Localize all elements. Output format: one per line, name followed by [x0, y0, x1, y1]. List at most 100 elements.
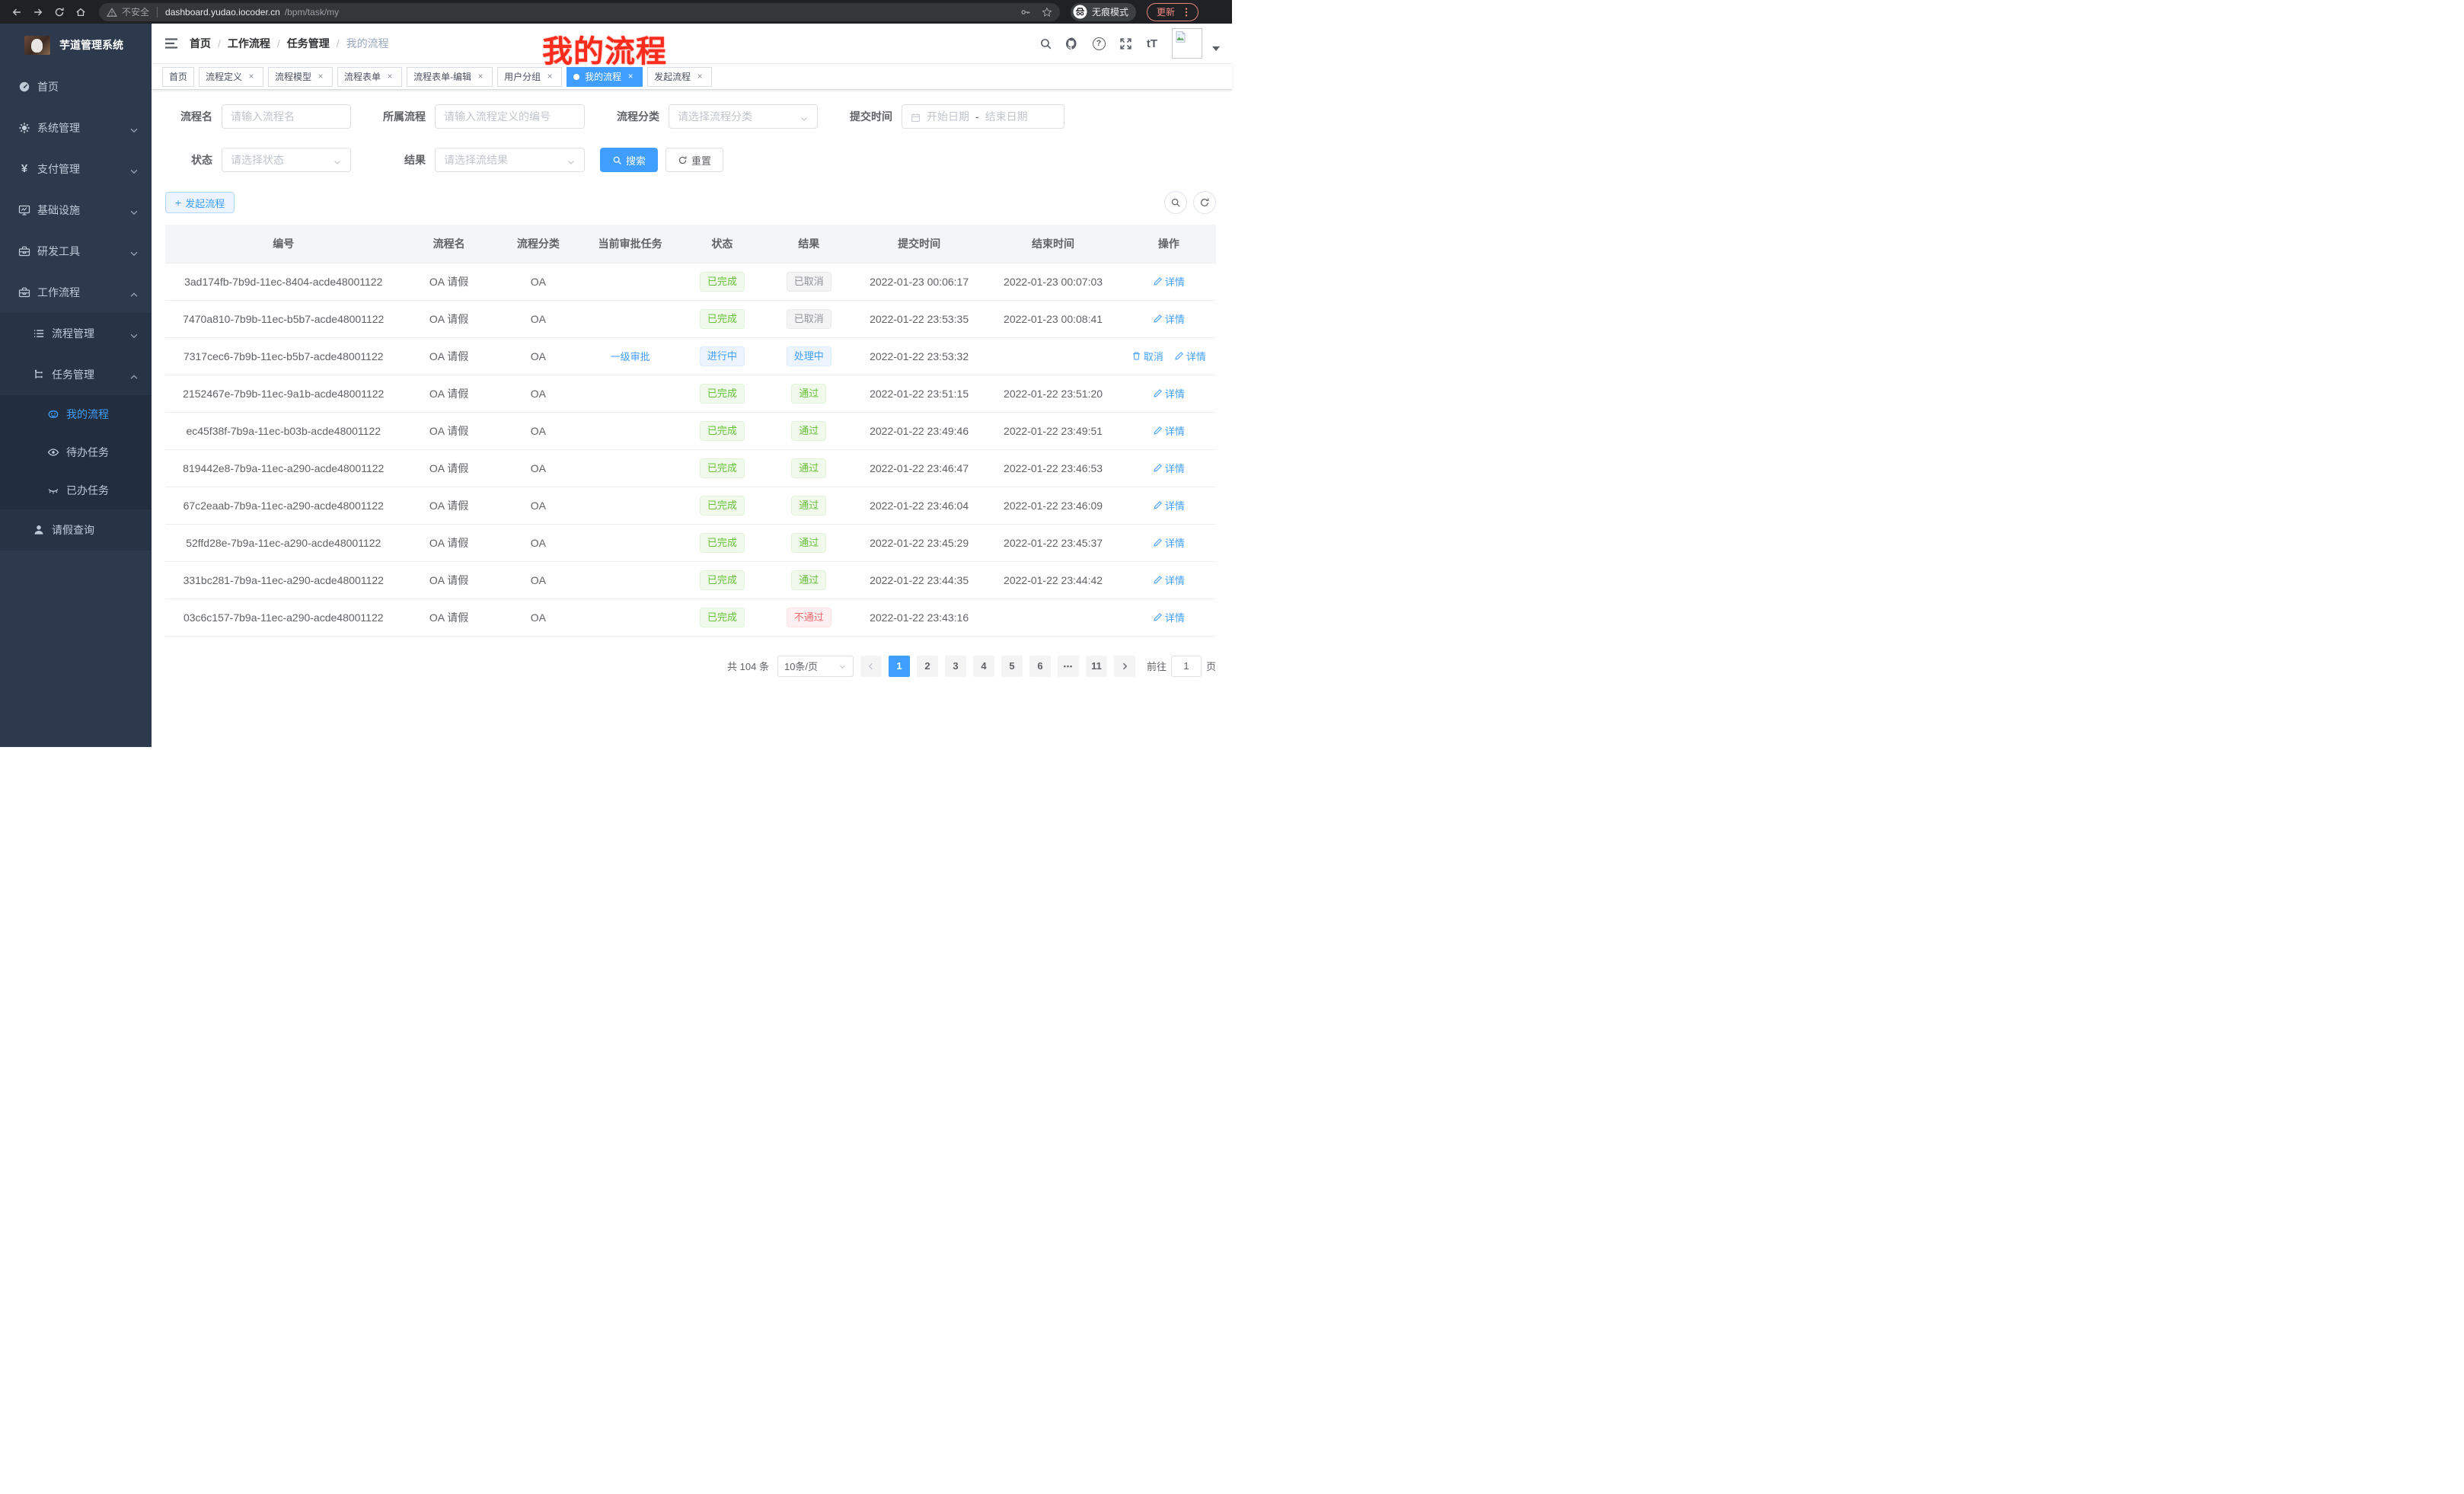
search-button[interactable]: 搜索: [600, 148, 658, 172]
sidebar-item-my-process[interactable]: 我的流程: [0, 395, 152, 433]
filter-category-label: 流程分类: [600, 109, 669, 124]
page-button-3[interactable]: 3: [945, 656, 966, 677]
category-select[interactable]: 请选择流程分类: [669, 104, 818, 129]
sidebar-item-infra[interactable]: 基础设施: [0, 190, 152, 231]
page-button-11[interactable]: 11: [1086, 656, 1107, 677]
detail-link[interactable]: 详情: [1174, 349, 1206, 363]
fullscreen-icon[interactable]: [1119, 37, 1132, 50]
page-button-2[interactable]: 2: [917, 656, 938, 677]
show-search-button[interactable]: [1164, 191, 1187, 214]
github-icon[interactable]: [1065, 37, 1079, 50]
url-bar[interactable]: 不安全 dashboard.yudao.iocoder.cn/bpm/task/…: [99, 3, 1060, 21]
goto-suffix: 页: [1206, 659, 1216, 673]
sidebar-item-payment[interactable]: ¥ 支付管理: [0, 148, 152, 190]
detail-link[interactable]: 详情: [1153, 498, 1185, 512]
sidebar-item-devtools[interactable]: 研发工具: [0, 231, 152, 272]
detail-link[interactable]: 详情: [1153, 461, 1185, 475]
process-name-input[interactable]: [231, 110, 342, 123]
yen-icon: ¥: [18, 163, 30, 175]
close-icon[interactable]: ×: [385, 72, 395, 82]
update-button[interactable]: 更新: [1147, 3, 1198, 21]
col-id: 编号: [165, 225, 402, 263]
back-icon[interactable]: [8, 3, 26, 21]
close-icon[interactable]: ×: [246, 72, 257, 82]
sidebar-item-task-mgmt[interactable]: 任务管理: [0, 354, 152, 395]
help-icon[interactable]: ?: [1092, 37, 1106, 50]
submit-time-range-picker[interactable]: 开始日期 - 结束日期: [902, 104, 1064, 129]
breadcrumb-workflow[interactable]: 工作流程: [228, 36, 270, 51]
close-icon[interactable]: ×: [544, 72, 555, 82]
cancel-link[interactable]: 取消: [1131, 349, 1163, 363]
process-name-input-wrap: [222, 104, 351, 129]
page-button-6[interactable]: 6: [1029, 656, 1051, 677]
page-size-select[interactable]: 10条/页: [777, 656, 854, 677]
result-badge: 通过: [791, 496, 826, 516]
tab-process-model[interactable]: 流程模型×: [268, 67, 333, 87]
goto-page-input[interactable]: [1171, 656, 1202, 677]
detail-link[interactable]: 详情: [1153, 386, 1185, 401]
sidebar-item-home[interactable]: 首页: [0, 66, 152, 107]
tab-process-form[interactable]: 流程表单×: [337, 67, 402, 87]
reload-icon[interactable]: [50, 3, 69, 21]
close-icon[interactable]: ×: [625, 72, 636, 82]
home-icon[interactable]: [72, 3, 90, 21]
page-button-5[interactable]: 5: [1001, 656, 1023, 677]
tab-my-process[interactable]: 我的流程×: [567, 67, 643, 87]
sidebar-item-process-mgmt[interactable]: 流程管理: [0, 313, 152, 354]
search-icon[interactable]: [1039, 37, 1052, 50]
detail-link[interactable]: 详情: [1153, 535, 1185, 550]
prev-page-button[interactable]: [860, 656, 882, 677]
row-id: ec45f38f-7b9a-11ec-b03b-acde48001122: [165, 412, 402, 449]
detail-link[interactable]: 详情: [1153, 311, 1185, 326]
browser-menu-icon[interactable]: [1181, 6, 1192, 18]
breadcrumb-home[interactable]: 首页: [190, 36, 211, 51]
detail-link[interactable]: 详情: [1153, 573, 1185, 587]
sidebar-item-system[interactable]: 系统管理: [0, 107, 152, 148]
hamburger-icon[interactable]: [164, 36, 179, 51]
status-select[interactable]: 请选择状态: [222, 148, 351, 172]
col-current-task: 当前审批任务: [580, 225, 680, 263]
app-logo[interactable]: 芋道管理系统: [0, 24, 152, 66]
current-task-link[interactable]: 一级审批: [611, 349, 650, 363]
tab-process-definition[interactable]: 流程定义×: [199, 67, 263, 87]
detail-link[interactable]: 详情: [1153, 423, 1185, 438]
sidebar-item-leave-query[interactable]: 请假查询: [0, 509, 152, 551]
sidebar-item-todo-tasks[interactable]: 待办任务: [0, 433, 152, 471]
forward-icon[interactable]: [29, 3, 47, 21]
start-process-button[interactable]: + 发起流程: [165, 192, 235, 213]
refresh-button[interactable]: [1193, 191, 1216, 214]
process-definition-input[interactable]: [444, 110, 576, 123]
next-page-button[interactable]: [1114, 656, 1135, 677]
close-icon[interactable]: ×: [694, 72, 705, 82]
detail-link[interactable]: 详情: [1153, 274, 1185, 289]
page-button-1[interactable]: 1: [889, 656, 910, 677]
font-size-icon[interactable]: tT: [1145, 37, 1159, 50]
security-label: 不安全: [122, 5, 149, 18]
tab-start-process[interactable]: 发起流程×: [647, 67, 712, 87]
breadcrumb-task-mgmt[interactable]: 任务管理: [287, 36, 330, 51]
bookmark-star-icon[interactable]: [1042, 6, 1052, 18]
close-icon[interactable]: ×: [475, 72, 486, 82]
sidebar-item-workflow[interactable]: 工作流程: [0, 272, 152, 313]
key-icon[interactable]: [1020, 6, 1031, 18]
tab-user-group[interactable]: 用户分组×: [497, 67, 562, 87]
tab-process-form-edit[interactable]: 流程表单-编辑×: [407, 67, 493, 87]
status-badge: 已完成: [700, 272, 745, 292]
sidebar-item-label: 首页: [37, 79, 59, 94]
detail-link[interactable]: 详情: [1153, 610, 1185, 624]
result-badge: 处理中: [787, 346, 831, 366]
avatar-dropdown-icon[interactable]: [1212, 46, 1220, 51]
result-select[interactable]: 请选择流结果: [435, 148, 585, 172]
sidebar-item-done-tasks[interactable]: 已办任务: [0, 471, 152, 509]
browser-toolbar: 不安全 dashboard.yudao.iocoder.cn/bpm/task/…: [0, 0, 1232, 24]
tab-home[interactable]: 首页: [162, 67, 194, 87]
avatar[interactable]: [1172, 28, 1202, 59]
page-button-4[interactable]: 4: [973, 656, 994, 677]
more-pages-button[interactable]: •••: [1058, 656, 1079, 677]
list-icon: [33, 327, 45, 340]
incognito-badge: 无痕模式: [1071, 3, 1136, 21]
close-icon[interactable]: ×: [315, 72, 326, 82]
reset-button[interactable]: 重置: [665, 148, 723, 172]
sidebar-item-label: 研发工具: [37, 244, 80, 259]
eye-icon: [47, 446, 59, 458]
